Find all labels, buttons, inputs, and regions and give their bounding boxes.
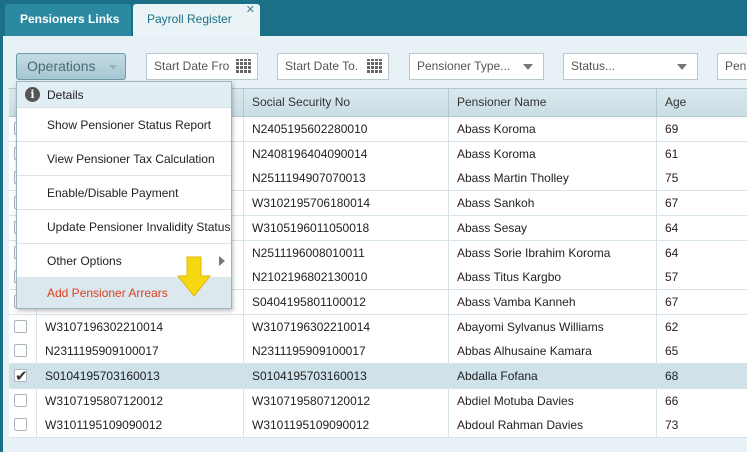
menu-item-enable-disable-payment[interactable]: Enable/Disable Payment (17, 176, 231, 210)
menu-item-label: Other Options (47, 254, 122, 268)
menu-item-view-tax-calculation[interactable]: View Pensioner Tax Calculation (17, 142, 231, 176)
cell-age: 75 (656, 166, 747, 191)
row-checkbox[interactable] (14, 393, 27, 407)
table-row[interactable]: W3107195807120012 W3107195807120012 Abdiel… (9, 388, 747, 414)
header-pensioner-name[interactable]: Pensioner Name (448, 89, 656, 116)
cell-ssn: N2102196802130010 (243, 265, 448, 290)
menu-item-label: Add Pensioner Arrears (47, 286, 168, 300)
header-social-security-no[interactable]: Social Security No (243, 89, 448, 116)
status-placeholder: Status... (571, 59, 616, 73)
cell-age: 73 (656, 413, 747, 438)
cell-age: 67 (656, 191, 747, 216)
row-checkbox[interactable] (14, 344, 27, 358)
cell-name: Abayomi Sylvanus Williams (448, 314, 656, 339)
row-checkbox-cell (9, 389, 36, 413)
chevron-down-icon (677, 64, 687, 70)
row-checkbox[interactable] (14, 319, 27, 333)
menu-item-label: Update Pensioner Invalidity Status (47, 220, 231, 234)
cell-ref: S0104195703160013 (36, 364, 243, 388)
cell-name: Abass Titus Kargbo (448, 265, 656, 290)
start-date-to-field[interactable]: Start Date To. (277, 53, 389, 80)
cell-ref: W3107195807120012 (36, 388, 243, 413)
menu-item-update-invalidity-status[interactable]: Update Pensioner Invalidity Status (17, 210, 231, 244)
cell-ref: W3107196302210014 (36, 314, 243, 339)
cell-name: Abass Sankoh (448, 191, 656, 216)
menu-item-label: Details (47, 88, 84, 102)
tab-label: Payroll Register (147, 12, 232, 26)
cell-name: Abass Sorie Ibrahim Koroma (448, 240, 656, 265)
cell-name: Abass Martin Tholley (448, 166, 656, 191)
close-icon[interactable]: ✕ (246, 0, 255, 25)
cell-name: Abass Vamba Kanneh (448, 289, 656, 314)
cell-name: Abdoul Rahman Davies (448, 413, 656, 438)
table-row[interactable]: S0104195703160013S0104195703160013Abdall… (9, 364, 747, 389)
tab-pensioners-links[interactable]: Pensioners Links (5, 4, 131, 36)
cell-ssn: W3102195706180014 (243, 191, 448, 216)
header-age[interactable]: Age (656, 89, 747, 116)
cell-name: Abdiel Motuba Davies (448, 388, 656, 413)
pensioner-filter-placeholder: Pens (725, 59, 747, 73)
cell-ssn: W3107196302210014 (243, 314, 448, 339)
row-checkbox[interactable] (14, 365, 28, 388)
cell-age: 61 (656, 141, 747, 166)
cell-name: Abass Koroma (448, 117, 656, 141)
table-row[interactable]: W3107196302210014 W3107196302210014 Abayom… (9, 314, 747, 340)
start-date-from-placeholder: Start Date Fro (154, 59, 230, 73)
tab-payroll-register[interactable]: Payroll Register ✕ (133, 4, 260, 36)
start-date-to-placeholder: Start Date To. (285, 59, 359, 73)
row-checkbox[interactable] (14, 418, 27, 432)
pensioner-type-placeholder: Pensioner Type... (417, 59, 511, 73)
cell-ssn: N2511194907070013 (243, 166, 448, 191)
cell-ref: N2311195909100017 (36, 339, 243, 364)
cell-age: 68 (656, 364, 747, 388)
cell-ssn: N2405195602280010 (243, 117, 448, 141)
table-row[interactable]: N2311195909100017 N2311195909100017 Abbas … (9, 339, 747, 365)
cell-age: 66 (656, 388, 747, 413)
cell-ssn: N2511196008010011 (243, 240, 448, 265)
cell-age: 67 (656, 289, 747, 314)
cell-ssn: W3107195807120012 (243, 388, 448, 413)
cell-name: Abass Koroma (448, 141, 656, 166)
cell-ssn: N2408196404090014 (243, 141, 448, 166)
menu-item-label: Enable/Disable Payment (47, 186, 179, 200)
row-checkbox-cell (9, 364, 36, 388)
pensioner-type-dropdown[interactable]: Pensioner Type... (409, 53, 544, 80)
operations-button[interactable]: Operations (16, 53, 126, 80)
cell-ssn: S0404195801100012 (243, 289, 448, 314)
cell-age: 64 (656, 215, 747, 240)
cell-age: 65 (656, 339, 747, 364)
cell-ssn: S0104195703160013 (243, 364, 448, 388)
chevron-down-icon (523, 64, 533, 70)
pensioner-filter-field[interactable]: Pens (717, 53, 747, 80)
cell-age: 64 (656, 240, 747, 265)
cell-name: Abdalla Fofana (448, 364, 656, 388)
status-dropdown[interactable]: Status... (563, 53, 698, 80)
menu-item-label: Show Pensioner Status Report (47, 118, 212, 132)
tab-bar: Pensioners Links Payroll Register ✕ (0, 0, 747, 36)
row-checkbox-cell (9, 339, 36, 363)
chevron-right-icon (219, 256, 225, 266)
row-checkbox-cell (9, 315, 36, 339)
cell-name: Abbas Alhusaine Kamara (448, 339, 656, 364)
cell-age: 69 (656, 117, 747, 141)
cell-ssn: W3105196011050018 (243, 215, 448, 240)
calendar-icon[interactable] (367, 59, 383, 73)
row-checkbox-cell (9, 413, 36, 437)
table-row[interactable]: W3101195109090012 W3101195109090012 Abdoul… (9, 413, 747, 439)
cell-age: 57 (656, 265, 747, 290)
cell-name: Abass Sesay (448, 215, 656, 240)
chevron-down-icon (109, 65, 117, 70)
pointer-arrow-icon (176, 256, 212, 297)
menu-item-details[interactable]: i Details (17, 82, 231, 108)
operations-label: Operations (27, 58, 96, 74)
cell-age: 62 (656, 314, 747, 339)
start-date-from-field[interactable]: Start Date Fro (146, 53, 258, 80)
cell-ssn: N2311195909100017 (243, 339, 448, 364)
cell-ref: W3101195109090012 (36, 413, 243, 438)
menu-item-label: View Pensioner Tax Calculation (47, 152, 215, 166)
cell-ssn: W3101195109090012 (243, 413, 448, 438)
menu-item-show-status-report[interactable]: Show Pensioner Status Report (17, 108, 231, 142)
calendar-icon[interactable] (236, 59, 252, 73)
info-icon: i (25, 87, 40, 102)
